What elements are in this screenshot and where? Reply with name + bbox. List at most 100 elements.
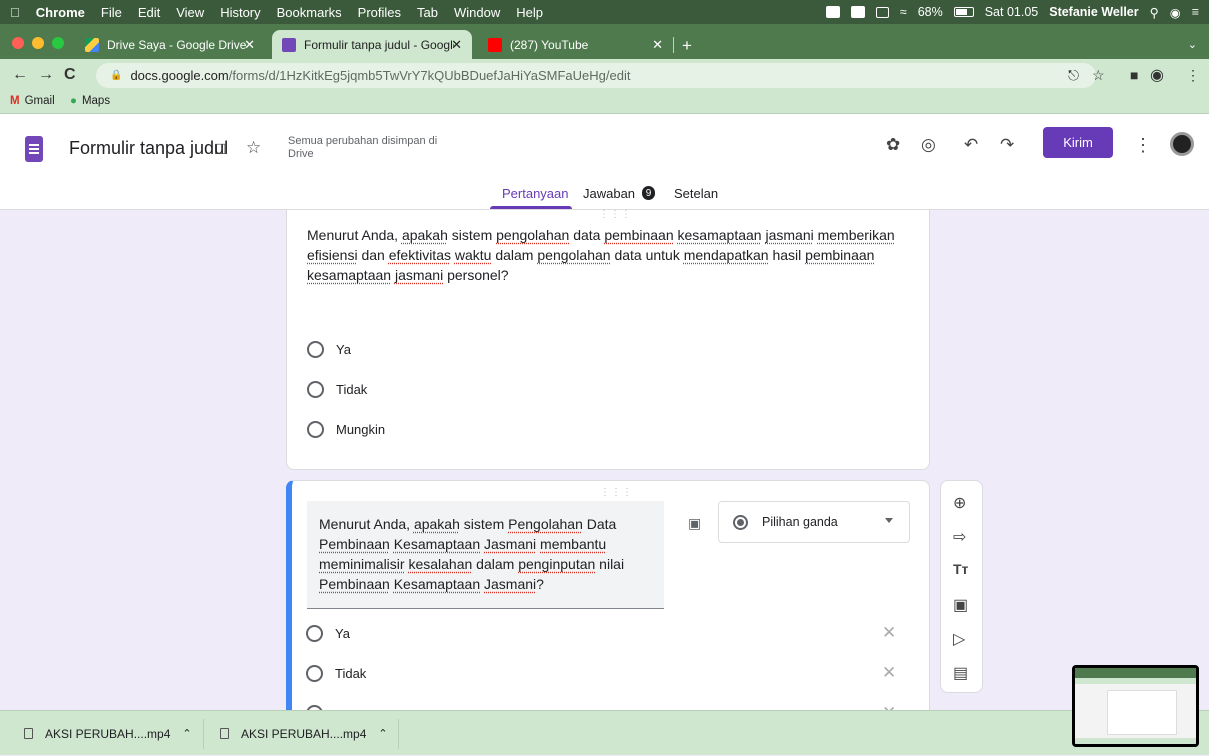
bookmark-maps[interactable]: ● Maps: [70, 95, 110, 107]
wifi-icon[interactable]: ≈: [900, 5, 907, 19]
form-title[interactable]: Formulir tanpa judul: [69, 138, 228, 159]
minimize-window-button[interactable]: [32, 37, 44, 49]
battery-icon[interactable]: [953, 7, 974, 17]
screen-share-icon[interactable]: [850, 6, 865, 18]
spotlight-search-icon[interactable]: ⚲: [1150, 5, 1159, 20]
tab-questions[interactable]: Pertanyaan: [502, 186, 569, 201]
remove-option-icon[interactable]: ✕: [882, 663, 896, 683]
window-controls: [12, 37, 64, 49]
download-item[interactable]: AKSI PERUBAH....mp4 ⌃: [24, 711, 192, 756]
profile-icon[interactable]: ◉: [1150, 65, 1164, 85]
menu-history[interactable]: History: [220, 5, 260, 20]
menu-view[interactable]: View: [176, 5, 204, 20]
import-questions-icon[interactable]: ⇨: [953, 527, 966, 547]
palette-icon[interactable]: ✿: [886, 135, 900, 155]
active-question-card[interactable]: ⋮⋮⋮ Menurut Anda, apakah sistem Pengolah…: [286, 480, 930, 710]
forms-header: Formulir tanpa judul □ ☆ Semua perubahan…: [0, 114, 1209, 210]
close-tab-icon[interactable]: ✕: [652, 37, 663, 53]
option-row: Ya: [307, 341, 351, 358]
bookmark-label: Gmail: [24, 95, 55, 107]
forward-arrow-icon[interactable]: →: [38, 66, 54, 84]
close-tab-icon[interactable]: ✕: [244, 37, 255, 53]
send-button[interactable]: Kirim: [1043, 127, 1113, 158]
tab-title: (287) YouTube: [510, 37, 589, 52]
radio-button[interactable]: [307, 421, 324, 438]
new-tab-button[interactable]: +: [682, 36, 692, 56]
control-center-icon[interactable]: ≡: [1192, 5, 1199, 19]
folder-icon[interactable]: □: [215, 139, 225, 159]
menu-app-name[interactable]: Chrome: [36, 5, 85, 20]
chevron-up-icon[interactable]: ⌃: [378, 727, 387, 740]
menu-help[interactable]: Help: [516, 5, 543, 20]
google-forms-icon: [282, 37, 296, 52]
tab-title: Drive Saya - Google Drive: [107, 37, 247, 52]
chevron-up-icon[interactable]: ⌃: [182, 727, 191, 740]
menu-profiles[interactable]: Profiles: [358, 5, 401, 20]
radio-button[interactable]: [306, 665, 323, 682]
option-label[interactable]: Ya: [335, 626, 350, 641]
bookmark-gmail[interactable]: M Gmail: [10, 95, 55, 107]
apple-menu-icon[interactable]: : [10, 5, 20, 20]
question-type-label: Pilihan ganda: [762, 515, 838, 529]
drag-handle-icon[interactable]: ⋮⋮⋮: [600, 487, 633, 498]
drag-handle-icon[interactable]: ⋮⋮⋮: [599, 210, 632, 220]
download-filename: AKSI PERUBAH....mp4: [45, 726, 171, 741]
menu-tab[interactable]: Tab: [417, 5, 438, 20]
input-source-icon[interactable]: [875, 6, 889, 18]
undo-icon[interactable]: ↶: [964, 135, 978, 155]
chrome-menu-icon[interactable]: ⋮: [1186, 67, 1200, 84]
download-item[interactable]: AKSI PERUBAH....mp4 ⌃: [220, 711, 388, 756]
maps-pin-icon: ●: [70, 95, 77, 107]
menu-window[interactable]: Window: [454, 5, 500, 20]
question-text[interactable]: Menurut Anda, apakah sistem pengolahan d…: [307, 225, 897, 285]
radio-button[interactable]: [306, 625, 323, 642]
question-text[interactable]: Menurut Anda, apakah sistem Pengolahan D…: [319, 514, 639, 594]
preview-eye-icon[interactable]: ◎: [921, 135, 936, 155]
add-section-icon[interactable]: ▤: [953, 663, 968, 683]
bookmark-star-icon[interactable]: ☆: [1092, 67, 1105, 84]
close-tab-icon[interactable]: ✕: [451, 37, 462, 53]
tab-search-chevron-icon[interactable]: ⌄: [1188, 38, 1197, 51]
menu-bookmarks[interactable]: Bookmarks: [277, 5, 342, 20]
tab-responses[interactable]: Jawaban: [583, 186, 635, 201]
question-title-field[interactable]: Menurut Anda, apakah sistem Pengolahan D…: [307, 501, 664, 609]
option-label[interactable]: Tidak: [335, 666, 366, 681]
share-icon[interactable]: ⎋: [1068, 67, 1079, 84]
user-name[interactable]: Stefanie Weller: [1049, 5, 1138, 19]
maximize-window-button[interactable]: [52, 37, 64, 49]
browser-tab-strip: Drive Saya - Google Drive ✕ Formulir tan…: [0, 24, 1209, 59]
add-title-icon[interactable]: Tт: [953, 561, 968, 577]
add-image-icon[interactable]: ▣: [953, 595, 968, 615]
screenshot-thumbnail[interactable]: [1072, 665, 1199, 747]
redo-icon[interactable]: ↷: [1000, 135, 1014, 155]
tab-google-drive[interactable]: Drive Saya - Google Drive ✕: [75, 30, 265, 59]
menu-file[interactable]: File: [101, 5, 122, 20]
forms-logo-icon[interactable]: [25, 136, 43, 162]
url-bar[interactable]: 🔒 docs.google.com/forms/d/1HzKitkEg5jqmb…: [96, 63, 1096, 88]
siri-icon[interactable]: ◉: [1170, 5, 1181, 20]
add-video-icon[interactable]: ▷: [953, 629, 965, 649]
account-avatar[interactable]: [1170, 132, 1194, 156]
extension-icon[interactable]: ■: [1130, 67, 1138, 83]
question-type-dropdown[interactable]: Pilihan ganda: [718, 501, 910, 543]
remove-option-icon[interactable]: ✕: [882, 703, 896, 710]
add-question-icon[interactable]: ⊕: [953, 493, 966, 513]
more-options-icon[interactable]: ⋮: [1134, 135, 1152, 156]
zoom-icon[interactable]: [825, 6, 840, 18]
back-arrow-icon[interactable]: ←: [12, 66, 28, 84]
clock[interactable]: Sat 01.05: [985, 5, 1039, 19]
question-card[interactable]: ⋮⋮⋮ Menurut Anda, apakah sistem pengolah…: [286, 210, 930, 470]
star-icon[interactable]: ☆: [246, 138, 261, 158]
radio-button[interactable]: [307, 381, 324, 398]
option-row: Mungkin: [307, 421, 385, 438]
tab-youtube[interactable]: (287) YouTube ✕: [478, 30, 673, 59]
remove-option-icon[interactable]: ✕: [882, 623, 896, 643]
lock-icon[interactable]: 🔒: [110, 70, 122, 81]
radio-button[interactable]: [307, 341, 324, 358]
tab-settings[interactable]: Setelan: [674, 186, 718, 201]
tab-google-forms[interactable]: Formulir tanpa judul - Google F ✕: [272, 30, 472, 59]
add-image-icon[interactable]: ▣: [688, 515, 701, 532]
close-window-button[interactable]: [12, 37, 24, 49]
reload-icon[interactable]: C: [64, 66, 76, 84]
menu-edit[interactable]: Edit: [138, 5, 160, 20]
